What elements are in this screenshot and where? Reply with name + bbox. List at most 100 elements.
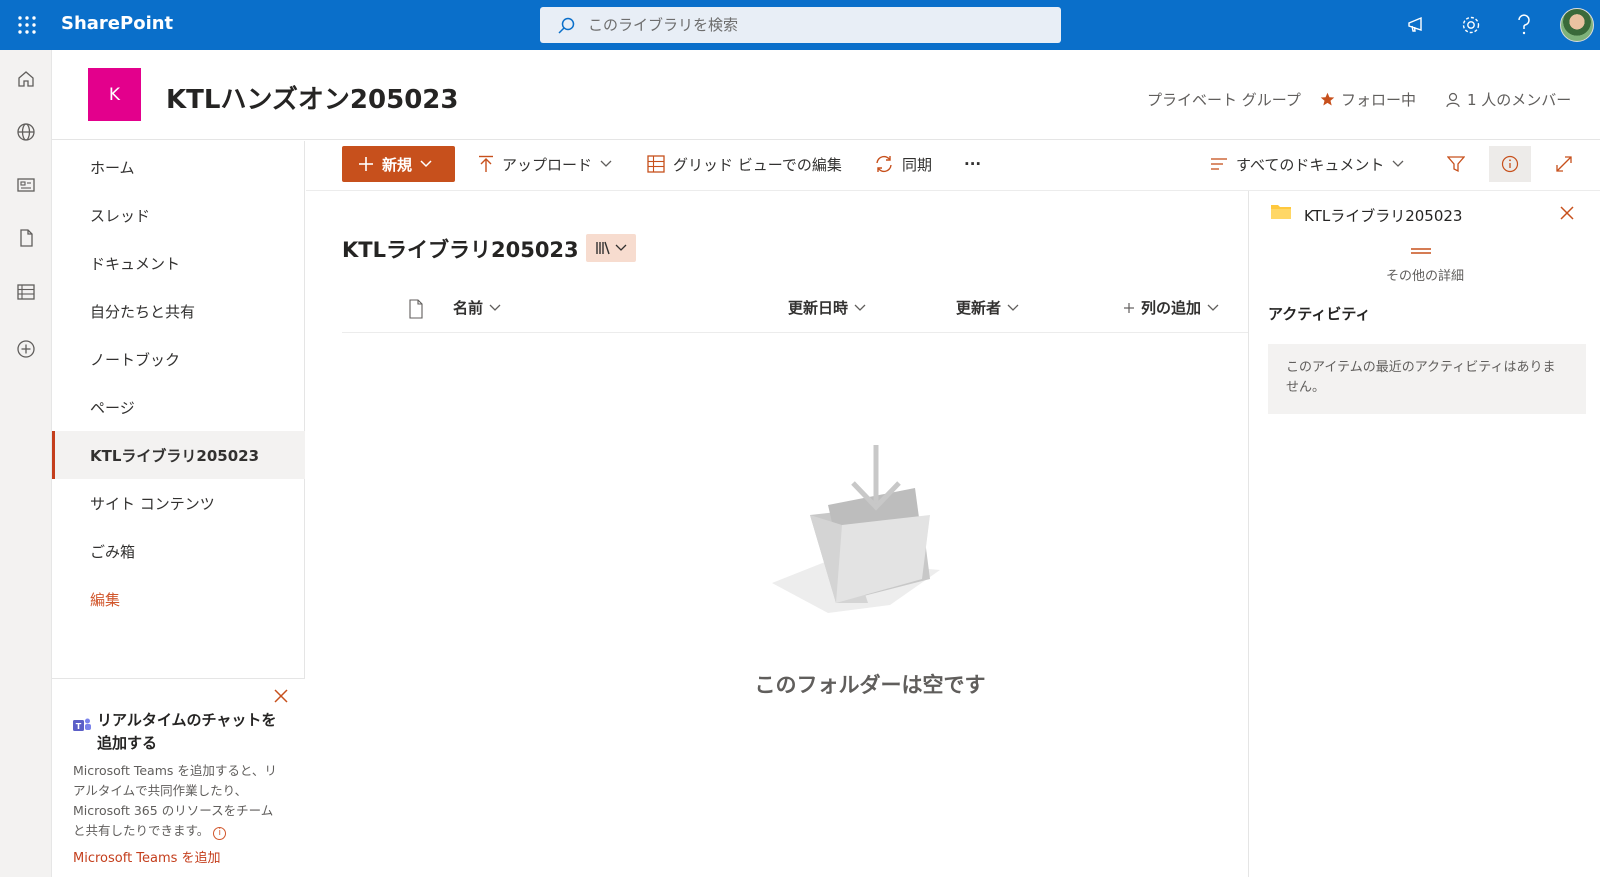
user-avatar[interactable] [1560,8,1594,42]
app-launcher-icon[interactable] [12,10,42,40]
add-column-button[interactable]: 列の追加 [1123,297,1219,318]
list-column-header: 名前 更新日時 更新者 列の追加 [342,287,1248,333]
teams-card-title: リアルタイムのチャットを追加する [97,711,277,752]
privacy-label: プライベート グループ [1147,89,1301,110]
view-list-icon [1210,157,1228,171]
nav-item-library[interactable]: KTLライブラリ205023 [52,431,305,479]
column-modified-by[interactable]: 更新者 [956,297,1019,318]
chevron-down-icon [854,304,866,312]
column-name-label: 名前 [453,299,484,317]
globe-icon[interactable] [13,119,39,145]
news-icon[interactable] [13,172,39,198]
chevron-down-icon [1007,304,1019,312]
nav-item-recycle-bin[interactable]: ごみ箱 [52,527,305,575]
details-pane-title: KTLライブラリ205023 [1304,207,1463,225]
library-icon [595,241,611,255]
more-details-icon[interactable] [1411,247,1431,255]
app-brand[interactable]: SharePoint [61,13,173,34]
more-button[interactable]: ··· [964,151,981,177]
follow-button[interactable]: フォロー中 [1320,89,1416,110]
sync-button[interactable]: 同期 [874,151,932,177]
chevron-down-icon [420,160,432,168]
teams-card-text: Microsoft Teams を追加すると、リアルタイムで共同作業したり、Mi… [73,763,277,838]
follow-label: フォロー中 [1341,91,1417,109]
close-icon[interactable] [1559,205,1575,221]
plus-icon [358,156,374,172]
members-label: 1 人のメンバー [1467,91,1572,109]
new-label: 新規 [382,155,413,174]
nav-label: スレッド [90,206,151,225]
filter-icon[interactable] [1435,146,1477,182]
add-teams-link[interactable]: Microsoft Teams を追加 [73,847,221,866]
view-label: すべてのドキュメント [1236,155,1385,174]
command-bar: 新規 アップロード グリッド ビューでの編集 同期 ··· すべてのドキュメント [306,141,1600,191]
megaphone-icon[interactable] [1404,12,1430,38]
document-icon[interactable] [13,225,39,251]
chevron-down-icon [615,244,627,252]
site-title[interactable]: KTLハンズオン205023 [166,79,458,116]
nav-item-notebook[interactable]: ノートブック [52,335,305,383]
activity-empty-message: このアイテムの最近のアクティビティはありません。 [1268,344,1586,414]
chevron-down-icon [600,160,612,168]
site-logo[interactable]: K [88,68,141,121]
library-title[interactable]: KTLライブラリ205023 [342,234,579,264]
close-icon[interactable] [274,689,288,703]
activity-heading: アクティビティ [1268,305,1371,323]
nav-label: 編集 [90,590,121,609]
sync-label: 同期 [902,155,933,174]
nav-label: サイト コンテンツ [90,494,215,513]
nav-label: ノートブック [90,350,181,369]
sync-icon [874,154,894,174]
empty-folder-illustration [770,445,956,615]
nav-item-site-contents[interactable]: サイト コンテンツ [52,479,305,527]
chevron-down-icon [1207,304,1219,312]
search-box[interactable] [540,7,1061,43]
library-view-switch[interactable] [586,234,636,262]
plus-icon [1123,302,1135,314]
column-modified[interactable]: 更新日時 [788,297,866,318]
column-name[interactable]: 名前 [453,297,501,318]
chevron-down-icon [1392,160,1404,168]
column-modified-label: 更新日時 [788,299,849,317]
suite-bar: SharePoint [0,0,1600,50]
site-navigation: ホーム スレッド ドキュメント 自分たちと共有 ノートブック ページ KTLライ… [52,141,305,877]
chevron-down-icon [489,304,501,312]
person-icon [1445,92,1461,108]
list-icon[interactable] [13,279,39,305]
empty-folder-message: このフォルダーは空です [754,673,986,697]
nav-item-home[interactable]: ホーム [52,143,305,191]
details-pane: KTLライブラリ205023 その他の詳細 アクティビティ このアイテムの最近の… [1248,191,1600,877]
nav-item-pages[interactable]: ページ [52,383,305,431]
nav-label: KTLライブラリ205023 [90,446,260,465]
more-details-link[interactable]: その他の詳細 [1249,265,1600,284]
upload-label: アップロード [502,155,593,174]
upload-icon [478,155,494,173]
search-input[interactable] [588,7,1048,43]
new-button[interactable]: 新規 [342,146,455,182]
home-icon[interactable] [13,66,39,92]
column-modified-by-label: 更新者 [956,299,1002,317]
add-column-label: 列の追加 [1141,299,1202,317]
upload-button[interactable]: アップロード [478,151,612,177]
info-pane-toggle[interactable] [1489,146,1531,182]
file-type-icon[interactable] [408,299,424,319]
create-icon[interactable] [13,336,39,362]
nav-item-documents[interactable]: ドキュメント [52,239,305,287]
folder-icon [1270,203,1292,221]
nav-label: ページ [90,398,135,417]
gear-icon[interactable] [1458,12,1484,38]
grid-edit-button[interactable]: グリッド ビューでの編集 [647,151,842,177]
info-icon[interactable]: i [213,827,227,840]
nav-label: 自分たちと共有 [90,302,196,321]
nav-edit-link[interactable]: 編集 [52,575,305,623]
teams-promo-card: T リアルタイムのチャットを追加する Microsoft Teams を追加する… [52,678,305,877]
nav-item-shared-with-us[interactable]: 自分たちと共有 [52,287,305,335]
expand-icon[interactable] [1543,146,1585,182]
svg-text:T: T [76,722,82,731]
nav-item-threads[interactable]: スレッド [52,191,305,239]
search-icon [556,16,576,36]
help-icon[interactable] [1511,12,1537,38]
star-icon [1320,92,1335,107]
view-selector[interactable]: すべてのドキュメント [1210,151,1404,177]
members-button[interactable]: 1 人のメンバー [1445,89,1571,110]
